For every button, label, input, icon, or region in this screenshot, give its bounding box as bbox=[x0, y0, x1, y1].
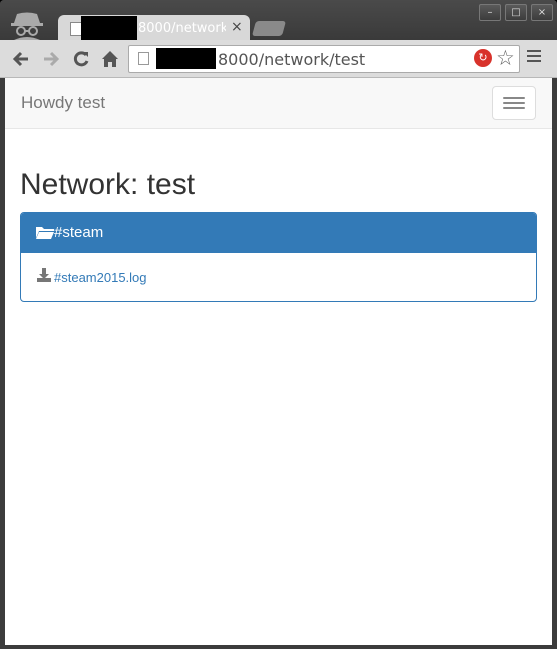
page-content: Howdy test Network: test #steam #steam20… bbox=[5, 78, 552, 645]
back-icon[interactable] bbox=[12, 50, 30, 68]
browser-window: 8000/network × – □ × 8000/network/test ↻… bbox=[0, 0, 557, 649]
url-text[interactable]: 8000/network/test bbox=[218, 50, 365, 69]
new-tab-button[interactable] bbox=[251, 21, 287, 36]
home-icon[interactable] bbox=[101, 50, 119, 68]
forward-icon[interactable] bbox=[42, 50, 60, 68]
close-window-button[interactable]: × bbox=[531, 4, 553, 21]
file-link[interactable]: #steam2015.log bbox=[54, 270, 147, 285]
network-panel: #steam #steam2015.log bbox=[20, 212, 537, 302]
redacted-block bbox=[156, 48, 216, 69]
navbar: Howdy test bbox=[5, 78, 552, 129]
address-bar[interactable]: 8000/network/test bbox=[128, 45, 520, 73]
maximize-button[interactable]: □ bbox=[505, 4, 527, 21]
incognito-icon bbox=[11, 12, 43, 40]
redacted-block bbox=[81, 16, 137, 40]
minimize-button[interactable]: – bbox=[479, 4, 501, 21]
panel-title: #steam bbox=[54, 224, 104, 241]
download-icon bbox=[37, 268, 51, 282]
panel-heading: #steam bbox=[21, 213, 536, 253]
folder-open-icon bbox=[36, 227, 54, 239]
panel-body: #steam2015.log bbox=[21, 253, 536, 301]
tab-title: 8000/network bbox=[138, 21, 226, 36]
extension-icon[interactable]: ↻ bbox=[474, 49, 492, 67]
tab-close-icon[interactable]: × bbox=[231, 19, 243, 35]
browser-tab[interactable]: 8000/network × bbox=[58, 15, 250, 41]
page-icon bbox=[138, 52, 149, 65]
star-icon[interactable]: ☆ bbox=[496, 46, 515, 70]
navbar-toggle-button[interactable] bbox=[492, 86, 536, 120]
reload-icon[interactable] bbox=[72, 50, 90, 68]
navbar-brand[interactable]: Howdy test bbox=[21, 93, 105, 113]
page-title: Network: test bbox=[20, 168, 196, 201]
menu-icon[interactable] bbox=[527, 50, 541, 65]
title-bar: 8000/network × – □ × bbox=[0, 0, 557, 41]
